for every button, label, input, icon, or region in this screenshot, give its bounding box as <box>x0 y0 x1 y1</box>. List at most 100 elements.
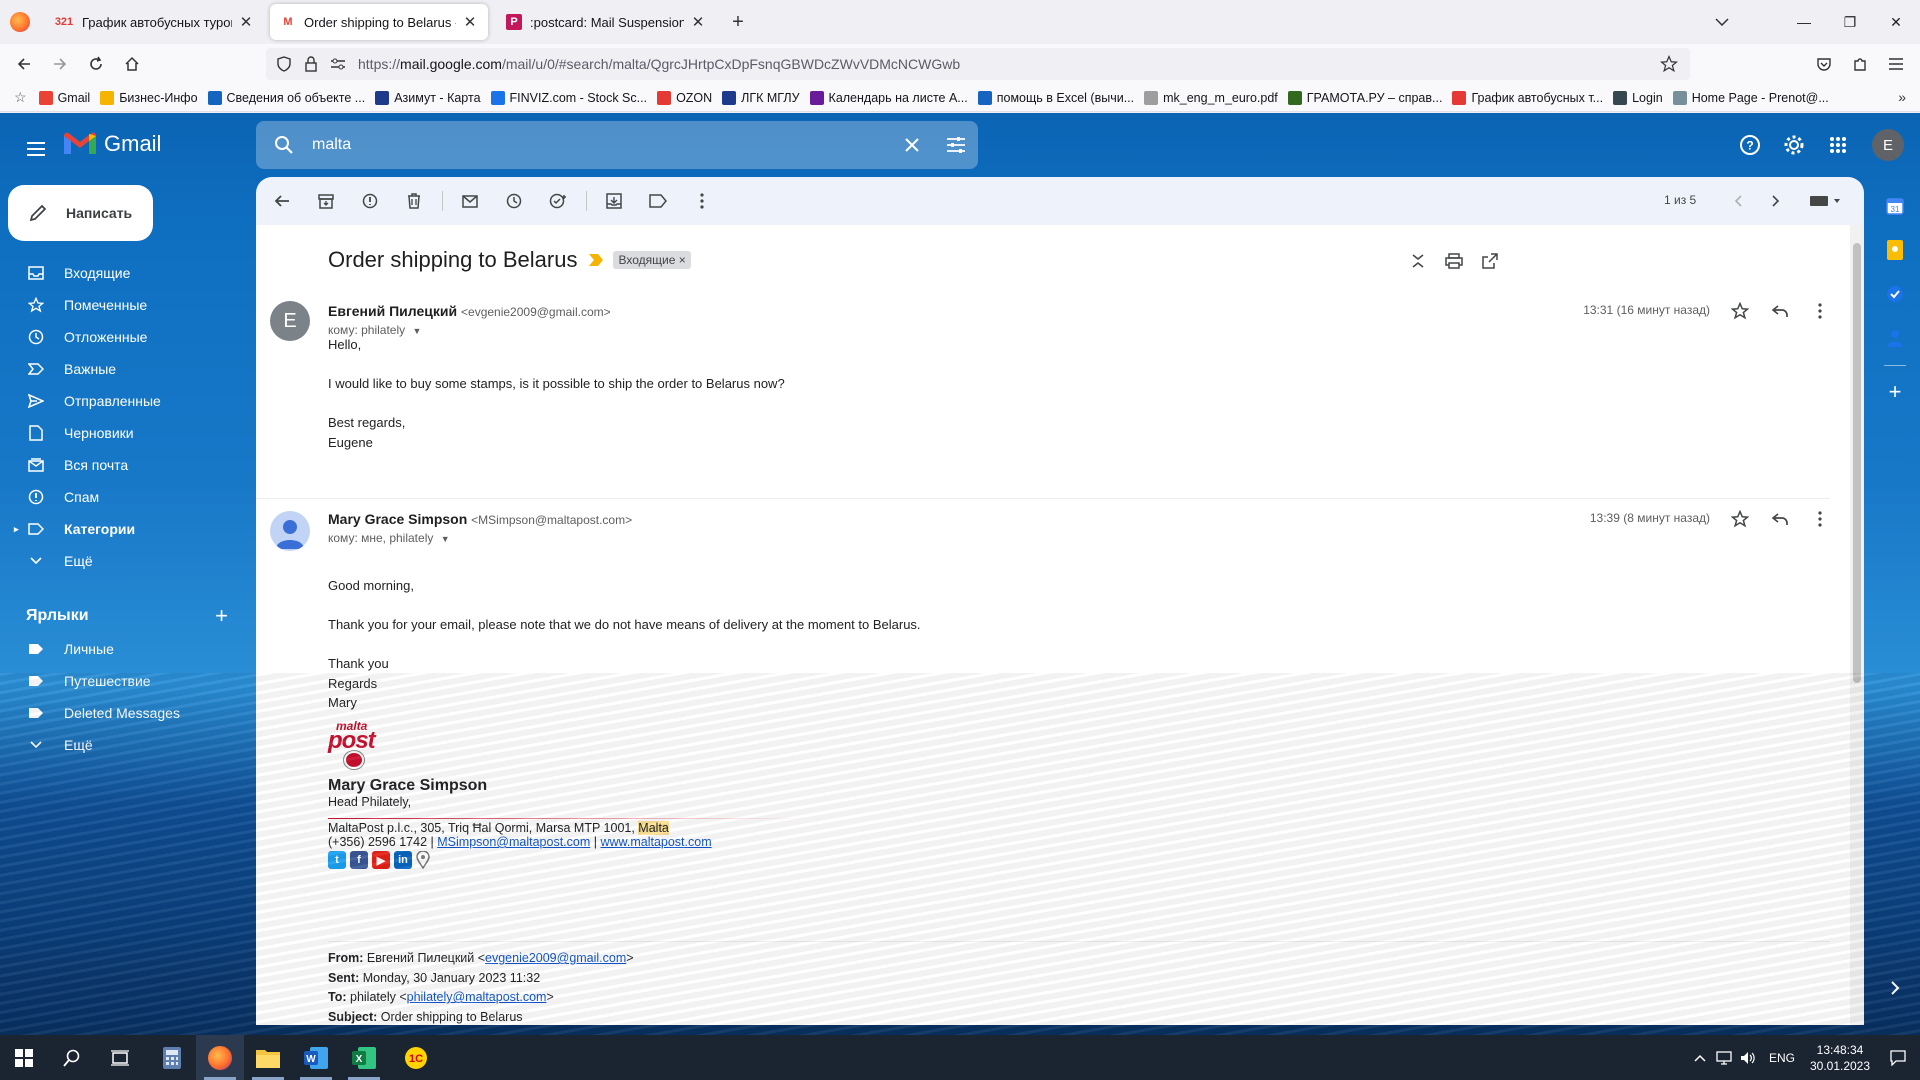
snooze-clock-icon[interactable] <box>502 189 526 213</box>
taskbar-search-icon[interactable] <box>48 1035 96 1080</box>
word-app-icon[interactable]: W <box>292 1035 340 1080</box>
bookmark-item[interactable]: Бизнес-Инфо <box>100 90 198 105</box>
show-hidden-icons-icon[interactable] <box>1688 1051 1712 1065</box>
sidebar-item[interactable]: Черновики <box>0 417 256 449</box>
clock[interactable]: 13:48:34 30.01.2023 <box>1804 1042 1876 1074</box>
bookmark-item[interactable]: помощь в Excel (вычи... <box>977 90 1134 105</box>
tab-bus-tours[interactable]: 321 График автобусных туров в Е ✕ <box>44 4 264 40</box>
reply-icon[interactable] <box>1768 507 1792 531</box>
star-icon[interactable] <box>1728 299 1752 323</box>
older-chevron-icon[interactable] <box>1764 189 1788 213</box>
restore-window-icon[interactable]: ❐ <box>1830 8 1870 36</box>
linkedin-icon[interactable]: in <box>394 851 412 869</box>
bookmark-item[interactable]: Home Page - Prenot@... <box>1672 90 1829 105</box>
firefox-menu-icon[interactable] <box>10 12 30 32</box>
apps-grid-icon[interactable] <box>1822 129 1854 161</box>
bookmark-star-icon[interactable] <box>1660 55 1678 73</box>
clear-search-icon[interactable] <box>890 138 934 152</box>
calendar-icon[interactable]: 31 <box>1884 195 1906 217</box>
extensions-icon[interactable] <box>1846 50 1874 78</box>
sidebar-item[interactable]: Ещё <box>0 545 256 577</box>
volume-icon[interactable] <box>1736 1051 1760 1065</box>
sidebar-item[interactable]: Отправленные <box>0 385 256 417</box>
more-options-icon[interactable] <box>690 189 714 213</box>
firefox-app-icon[interactable] <box>196 1035 244 1080</box>
permissions-icon[interactable] <box>330 57 346 71</box>
bookmark-item[interactable]: ГРАМОТА.РУ – справ... <box>1287 90 1442 105</box>
search-bar[interactable]: malta <box>256 121 978 169</box>
move-to-icon[interactable] <box>602 189 626 213</box>
sidebar-item[interactable]: Входящие <box>0 257 256 289</box>
message-more-icon[interactable] <box>1808 507 1832 531</box>
print-icon[interactable] <box>1442 249 1466 273</box>
bookmark-item[interactable]: Сведения об объекте ... <box>207 90 365 105</box>
shield-icon[interactable] <box>276 56 292 72</box>
tab-gmail-order[interactable]: M Order shipping to Belarus - evg ✕ <box>270 4 488 40</box>
keep-icon[interactable] <box>1884 239 1906 261</box>
search-input[interactable]: malta <box>312 136 890 154</box>
scrollbar-thumb[interactable] <box>1853 243 1861 683</box>
sidebar-item[interactable]: Ещё <box>0 729 256 761</box>
bookmark-item[interactable]: mk_eng_m_euro.pdf <box>1144 90 1278 105</box>
search-options-icon[interactable] <box>934 136 978 154</box>
home-icon[interactable] <box>118 50 146 78</box>
bookmark-item[interactable]: Login <box>1613 90 1663 105</box>
windows-start-icon[interactable] <box>0 1035 48 1080</box>
1c-app-icon[interactable]: 1С <box>392 1035 440 1080</box>
sidebar-item[interactable]: Спам <box>0 481 256 513</box>
sidebar-item[interactable]: Помеченные <box>0 289 256 321</box>
expand-panel-icon[interactable] <box>1884 977 1906 999</box>
contacts-icon[interactable] <box>1884 327 1906 349</box>
task-view-icon[interactable] <box>96 1035 144 1080</box>
list-tabs-icon[interactable] <box>1710 10 1734 34</box>
signature-email-link[interactable]: MSimpson@maltapost.com <box>437 835 590 849</box>
bookmark-item[interactable]: Календарь на листе А... <box>809 90 968 105</box>
report-spam-icon[interactable] <box>358 189 382 213</box>
bookmark-item[interactable]: OZON <box>657 90 712 105</box>
signature-web-link[interactable]: www.maltapost.com <box>600 835 711 849</box>
sender-avatar-default-icon[interactable] <box>270 511 310 551</box>
address-bar[interactable]: https://mail.google.com/mail/u/0/#search… <box>266 48 1690 80</box>
sidebar-item[interactable]: ▸ Категории <box>0 513 256 545</box>
label-as-icon[interactable] <box>646 189 670 213</box>
lock-icon[interactable] <box>304 56 318 72</box>
compose-button[interactable]: Написать <box>8 185 153 241</box>
remove-label-icon[interactable]: × <box>679 253 686 267</box>
close-tab-icon[interactable]: ✕ <box>690 13 706 31</box>
settings-gear-icon[interactable] <box>1778 129 1810 161</box>
inbox-label-chip[interactable]: Входящие × <box>613 251 691 269</box>
important-marker-icon[interactable] <box>589 254 604 266</box>
twitter-icon[interactable]: t <box>328 851 346 869</box>
file-explorer-icon[interactable] <box>244 1035 292 1080</box>
message-recipients[interactable]: кому: мне, philately ▼ <box>328 531 450 545</box>
sender-name[interactable]: Евгений Пилецкий <box>328 303 457 319</box>
gmail-logo[interactable]: Gmail <box>64 131 161 157</box>
newer-chevron-icon[interactable] <box>1726 189 1750 213</box>
get-addons-icon[interactable]: + <box>1884 379 1906 404</box>
bookmark-item[interactable]: Азимут - Карта <box>375 90 481 105</box>
input-tools-keyboard-icon[interactable] <box>1804 189 1848 213</box>
app-menu-icon[interactable] <box>1882 50 1910 78</box>
show-details-icon[interactable]: ▼ <box>441 534 450 544</box>
reload-icon[interactable] <box>82 50 110 78</box>
bookmark-item[interactable]: ЛГК МГЛУ <box>722 90 800 105</box>
add-to-tasks-icon[interactable] <box>546 189 570 213</box>
sidebar-item[interactable]: Важные <box>0 353 256 385</box>
main-menu-icon[interactable] <box>20 133 52 165</box>
close-tab-icon[interactable]: ✕ <box>462 13 478 31</box>
close-tab-icon[interactable]: ✕ <box>238 13 254 31</box>
tasks-icon[interactable] <box>1884 283 1906 305</box>
help-icon[interactable]: ? <box>1734 129 1766 161</box>
network-icon[interactable] <box>1712 1050 1736 1065</box>
calculator-app-icon[interactable] <box>148 1035 196 1080</box>
mark-unread-icon[interactable] <box>458 189 482 213</box>
delete-icon[interactable] <box>402 189 426 213</box>
add-label-icon[interactable]: + <box>215 603 228 629</box>
more-bookmarks-icon[interactable]: » <box>1898 89 1906 105</box>
input-language[interactable]: ENG <box>1760 1051 1804 1065</box>
open-new-window-icon[interactable] <box>1478 249 1502 273</box>
message-more-icon[interactable] <box>1808 299 1832 323</box>
collapse-all-icon[interactable] <box>1406 249 1430 273</box>
quoted-to-email-link[interactable]: philately@maltapost.com <box>407 990 547 1004</box>
forward-arrow-icon[interactable] <box>46 50 74 78</box>
